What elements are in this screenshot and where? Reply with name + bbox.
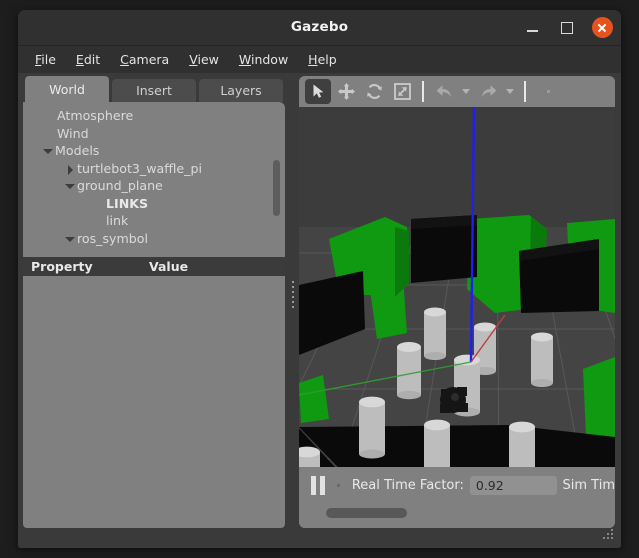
property-column-header: Property xyxy=(31,259,93,274)
tree-item-links[interactable]: LINKS xyxy=(23,195,285,213)
sim-time-label: Sim Tim xyxy=(562,477,615,493)
gazebo-3d-scene xyxy=(299,107,615,467)
tab-layers-label: Layers xyxy=(220,83,262,98)
panel-tabs: World Insert Layers xyxy=(23,76,285,102)
menu-camera-rest: amera xyxy=(128,52,170,67)
panel-splitter[interactable] xyxy=(289,76,298,528)
minimize-icon xyxy=(526,30,538,32)
title-bar: Gazebo xyxy=(18,10,621,46)
expand-arrow-icon[interactable] xyxy=(42,144,55,157)
menu-view-rest: iew xyxy=(197,52,219,67)
toolbar-overflow-icon[interactable] xyxy=(547,90,550,93)
tree-vertical-scrollbar[interactable] xyxy=(273,160,280,216)
tree-item-ground-plane[interactable]: ground_plane xyxy=(23,177,285,195)
splitter-grip-icon xyxy=(292,281,295,311)
tree-item-links-label: LINKS xyxy=(106,195,149,211)
rotate-mode-button[interactable] xyxy=(361,79,387,104)
tree-item-models-label: Models xyxy=(55,143,100,159)
undo-arrow-icon xyxy=(436,85,451,98)
tree-item-turtlebot3-waffle-pi[interactable]: turtlebot3_waffle_pi xyxy=(23,160,285,178)
tree-item-models[interactable]: Models xyxy=(23,142,285,160)
menu-edit[interactable]: Edit xyxy=(67,49,109,70)
status-horizontal-scrollbar[interactable] xyxy=(299,507,615,519)
tree-item-turtlebot3-waffle-pi-label: turtlebot3_waffle_pi xyxy=(77,160,202,176)
real-time-factor-label: Real Time Factor: xyxy=(351,477,464,493)
toolbar-separator xyxy=(422,81,424,102)
maximize-button[interactable] xyxy=(556,17,578,39)
render-toolbar xyxy=(299,76,615,107)
rotate-icon xyxy=(366,84,382,99)
menu-edit-rest: dit xyxy=(83,52,101,67)
tree-item-wind[interactable]: Wind xyxy=(23,125,285,143)
simulation-status-bar: Real Time Factor: 0.92 Sim Tim xyxy=(299,467,615,528)
redo-button[interactable] xyxy=(475,79,501,104)
tab-world-label: World xyxy=(49,81,85,97)
maximize-icon xyxy=(561,21,573,34)
expand-arrow-icon[interactable] xyxy=(64,179,77,192)
render-viewport[interactable] xyxy=(299,107,615,467)
turtlebot-model xyxy=(440,387,468,413)
menu-camera[interactable]: Camera xyxy=(111,49,178,70)
move-icon xyxy=(337,83,355,100)
property-table-body xyxy=(23,276,285,528)
world-panel: World Insert Layers Atmosphere Wind Mode… xyxy=(23,76,285,528)
screen: Gazebo File Edit Camera View Window Help xyxy=(0,0,639,558)
menu-help[interactable]: Help xyxy=(299,49,346,70)
status-separator-icon xyxy=(337,483,340,487)
window-resize-grip[interactable] xyxy=(601,529,615,543)
tree-item-ground-plane-label: ground_plane xyxy=(77,178,163,194)
menu-window[interactable]: Window xyxy=(230,49,297,70)
undo-button[interactable] xyxy=(431,79,457,104)
tree-item-link[interactable]: link xyxy=(23,212,285,230)
tree-item-ros-symbol-label: ros_symbol xyxy=(77,230,148,246)
menu-file-rest: ile xyxy=(41,52,56,67)
value-column-header: Value xyxy=(149,259,189,274)
tab-world[interactable]: World xyxy=(25,76,109,102)
menu-help-mnemonic: H xyxy=(308,52,318,67)
undo-dropdown-button[interactable] xyxy=(459,80,473,104)
tree-item-ros-symbol[interactable]: ros_symbol xyxy=(23,230,285,248)
world-tree: Atmosphere Wind Models turtlebot3_waffle… xyxy=(23,102,285,247)
select-mode-button[interactable] xyxy=(305,79,331,104)
menu-help-rest: elp xyxy=(317,52,337,67)
toolbar-separator-2 xyxy=(524,81,526,102)
menu-window-mnemonic: W xyxy=(238,52,251,67)
scale-mode-button[interactable] xyxy=(389,79,415,104)
tree-item-atmosphere[interactable]: Atmosphere xyxy=(23,107,285,125)
window-controls xyxy=(521,10,613,45)
menu-view[interactable]: View xyxy=(180,49,228,70)
close-icon xyxy=(591,17,613,38)
menu-window-rest: indow xyxy=(250,52,289,67)
tab-layers[interactable]: Layers xyxy=(199,79,283,102)
tab-insert[interactable]: Insert xyxy=(112,79,196,102)
menu-file[interactable]: File xyxy=(26,49,65,70)
property-table-header: Property Value xyxy=(23,257,285,276)
render-panel: Real Time Factor: 0.92 Sim Tim xyxy=(299,76,615,528)
collapse-arrow-icon[interactable] xyxy=(64,162,77,175)
world-tree-container: Atmosphere Wind Models turtlebot3_waffle… xyxy=(23,102,285,257)
status-scrollbar-thumb[interactable] xyxy=(326,508,407,518)
tree-item-atmosphere-label: Atmosphere xyxy=(57,108,134,124)
menu-edit-mnemonic: E xyxy=(75,52,84,67)
gazebo-window: Gazebo File Edit Camera View Window Help xyxy=(18,10,621,548)
pause-button[interactable] xyxy=(307,474,329,497)
main-body: World Insert Layers Atmosphere Wind Mode… xyxy=(18,73,621,548)
tree-item-link-label: link xyxy=(106,213,129,229)
menu-camera-mnemonic: C xyxy=(120,52,129,67)
tab-insert-label: Insert xyxy=(136,83,172,98)
close-button[interactable] xyxy=(591,17,613,39)
redo-dropdown-button[interactable] xyxy=(503,80,517,104)
menu-bar: File Edit Camera View Window Help xyxy=(18,46,621,73)
status-row: Real Time Factor: 0.92 Sim Tim xyxy=(299,467,615,503)
scale-icon xyxy=(393,83,411,100)
expand-arrow-icon[interactable] xyxy=(64,232,77,245)
redo-arrow-icon xyxy=(481,85,496,98)
real-time-factor-value: 0.92 xyxy=(469,475,557,495)
cursor-arrow-icon xyxy=(313,84,323,98)
minimize-button[interactable] xyxy=(521,17,543,39)
translate-mode-button[interactable] xyxy=(333,79,359,104)
tree-item-wind-label: Wind xyxy=(57,125,89,141)
